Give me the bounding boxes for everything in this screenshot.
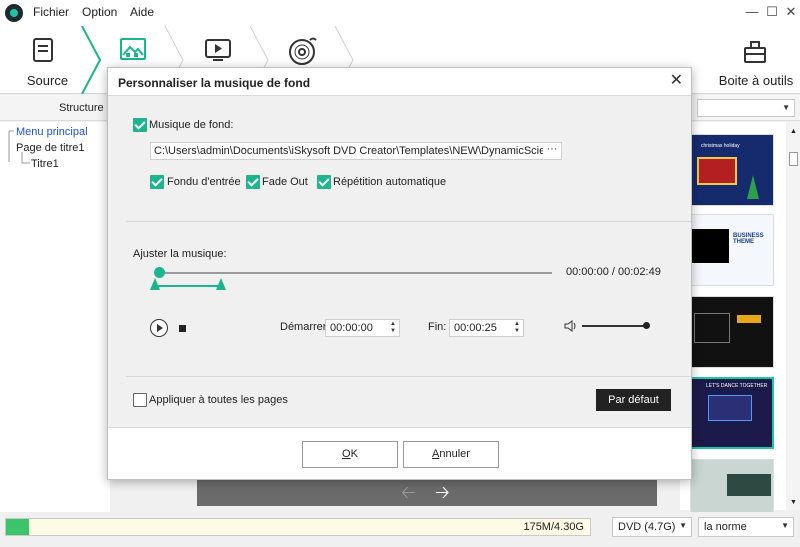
- menu-aide[interactable]: Aide: [130, 5, 154, 19]
- divider: [126, 376, 691, 377]
- menu-tree: Menu principal Page de titre1 Titre1: [0, 122, 110, 512]
- start-time-input[interactable]: 00:00:00 ▲ ▼: [325, 319, 400, 337]
- apply-all-checkbox[interactable]: [133, 393, 147, 407]
- spin-arrows-icon[interactable]: ▲ ▼: [390, 321, 396, 335]
- thumb-caption: christmas holiday: [701, 143, 740, 149]
- title-bar: Fichier Option Aide — ☐ ✕: [0, 0, 800, 26]
- bg-music-label: Musique de fond:: [149, 119, 234, 131]
- thumb-frame: [697, 157, 737, 185]
- thumb-frame: [694, 313, 730, 343]
- fade-in-label: Fondu d'entrée: [167, 176, 241, 188]
- browse-button[interactable]: ···: [543, 143, 561, 158]
- step-toolbox-label: Boite à outils: [718, 73, 794, 88]
- tree-item-page-titre[interactable]: Page de titre1: [16, 142, 85, 154]
- default-button[interactable]: Par défaut: [596, 389, 671, 411]
- chevron-down-icon: ▼: [679, 521, 687, 530]
- music-path-value: C:\Users\admin\Documents\iSkysoft DVD Cr…: [154, 145, 562, 157]
- thumb-caption: LET'S DANCE TOGETHER: [706, 383, 768, 389]
- apply-all-label: Appliquer à toutes les pages: [149, 394, 288, 406]
- arrow-left-icon[interactable]: 🡠: [401, 480, 416, 510]
- range-end-handle[interactable]: [216, 278, 226, 290]
- start-time-value: 00:00:00: [330, 322, 373, 334]
- app-logo-icon: [5, 4, 23, 22]
- end-time-value: 00:00:25: [454, 322, 497, 334]
- menu-fichier[interactable]: Fichier: [33, 5, 69, 19]
- close-window-icon[interactable]: ✕: [783, 4, 799, 20]
- volume-slider[interactable]: [582, 325, 648, 327]
- maximize-icon[interactable]: ☐: [764, 4, 780, 20]
- start-label: Démarrer:: [280, 321, 330, 333]
- chevron-down-icon: ▼: [782, 103, 790, 112]
- toolbox-icon: [744, 41, 766, 63]
- chevron-down-icon: ▼: [781, 521, 789, 530]
- repeat-label: Répétition automatique: [333, 176, 447, 188]
- music-range-line: [155, 285, 221, 287]
- step-toolbox[interactable]: Boite à outils: [712, 26, 800, 94]
- tree-icon: [747, 175, 759, 199]
- end-time-input[interactable]: 00:00:25 ▲ ▼: [449, 319, 524, 337]
- ok-button[interactable]: OK: [302, 441, 398, 468]
- background-music-dialog: Personnaliser la musique de fond ✕ Musiq…: [107, 67, 692, 480]
- tree-item-titre[interactable]: Titre1: [31, 158, 59, 170]
- capacity-fill: [6, 519, 30, 535]
- dialog-footer: OK Annuler: [108, 427, 691, 479]
- thumb-caption: BUSINESS THEME: [733, 233, 764, 245]
- template-thumb-3[interactable]: [690, 296, 774, 368]
- thumb-bar: [737, 315, 761, 323]
- scroll-thumb[interactable]: [789, 152, 798, 166]
- menu-option[interactable]: Option: [82, 5, 117, 19]
- bg-music-checkbox[interactable]: [133, 118, 147, 132]
- thumb-frame: [708, 395, 752, 421]
- disc-type-value: DVD (4.7G): [618, 521, 676, 533]
- quality-select[interactable]: la norme ▼: [698, 517, 794, 537]
- repeat-checkbox[interactable]: [317, 175, 331, 189]
- dialog-title: Personnaliser la musique de fond: [118, 76, 311, 90]
- play-button[interactable]: [150, 319, 168, 337]
- stop-button[interactable]: [179, 325, 186, 332]
- spin-arrows-icon[interactable]: ▲ ▼: [514, 321, 520, 335]
- fade-out-checkbox[interactable]: [246, 175, 260, 189]
- structure-label: Structure d: [59, 102, 113, 114]
- tree-item-menu-principal[interactable]: Menu principal: [16, 126, 88, 138]
- disc-burn-icon: [289, 37, 317, 65]
- adjust-music-label: Ajuster la musique:: [133, 248, 227, 260]
- fade-in-checkbox[interactable]: [150, 175, 164, 189]
- range-start-handle[interactable]: [150, 278, 160, 290]
- fade-out-label: Fade Out: [262, 176, 308, 188]
- scroll-down-icon[interactable]: ▼: [790, 499, 797, 506]
- music-timeline-track[interactable]: [160, 272, 552, 274]
- template-category-select[interactable]: ▼: [697, 99, 795, 117]
- template-scrollbar[interactable]: ▲ ▼: [787, 122, 800, 510]
- template-thumb-1[interactable]: christmas holiday: [690, 134, 774, 206]
- dialog-header: Personnaliser la musique de fond ✕: [108, 68, 691, 96]
- minimize-icon[interactable]: —: [744, 4, 760, 20]
- preview-navigation: 🡠 🡢: [197, 478, 657, 506]
- volume-knob[interactable]: [643, 322, 650, 329]
- quality-value: la norme: [704, 521, 747, 533]
- volume-icon[interactable]: [564, 319, 578, 333]
- timeline-playhead[interactable]: [154, 267, 165, 278]
- template-thumb-2[interactable]: BUSINESS THEME: [690, 214, 774, 286]
- cancel-button[interactable]: Annuler: [403, 441, 499, 468]
- close-icon[interactable]: ✕: [670, 73, 683, 89]
- divider: [126, 221, 691, 222]
- menu-template-icon: [120, 38, 146, 60]
- capacity-text: 175M/4.30G: [523, 521, 584, 533]
- thumb-frame: [691, 229, 729, 263]
- source-icon: [33, 38, 53, 62]
- disc-type-select[interactable]: DVD (4.7G) ▼: [612, 517, 692, 537]
- end-label: Fin:: [428, 321, 447, 333]
- music-path-field[interactable]: C:\Users\admin\Documents\iSkysoft DVD Cr…: [150, 142, 562, 160]
- template-panel: christmas holiday BUSINESS THEME LET'S D…: [680, 122, 786, 531]
- template-thumb-4[interactable]: LET'S DANCE TOGETHER: [690, 377, 774, 449]
- preview-icon: [205, 39, 231, 61]
- scroll-up-icon[interactable]: ▲: [790, 128, 797, 135]
- arrow-right-icon[interactable]: 🡢: [435, 480, 450, 510]
- thumb-frame: [727, 474, 771, 496]
- disc-capacity-bar: 175M/4.30G: [5, 518, 591, 536]
- time-readout: 00:00:00 / 00:02:49: [566, 266, 661, 278]
